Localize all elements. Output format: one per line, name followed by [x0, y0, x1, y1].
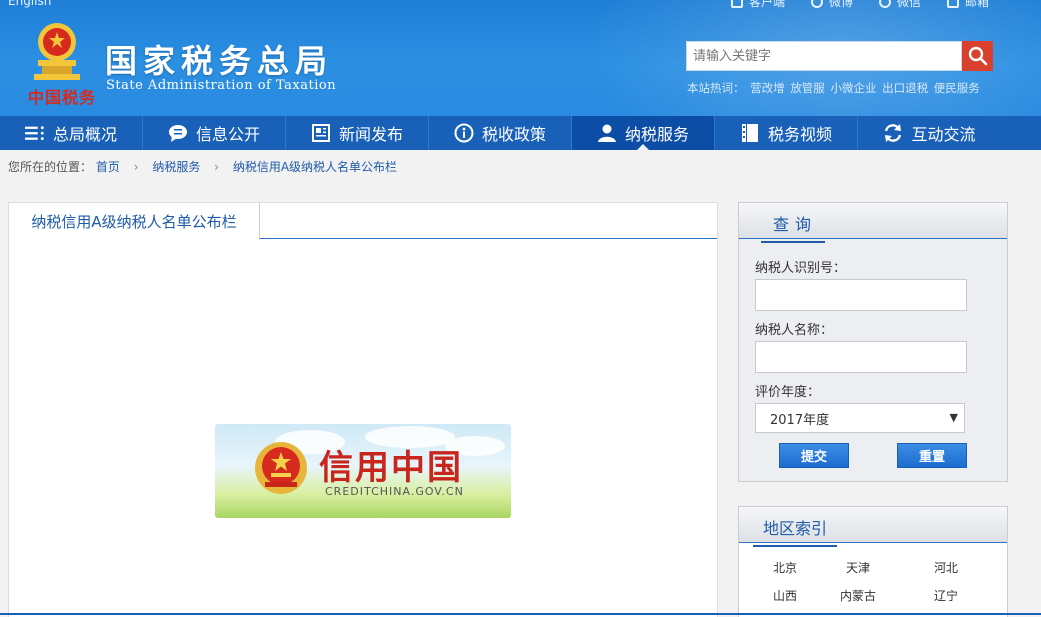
hot-words-label: 本站热词： — [687, 81, 745, 95]
nav-label: 新闻发布 — [338, 125, 403, 144]
region-item-shanxi[interactable]: 山西 — [755, 587, 815, 604]
hot-word[interactable]: 小微企业 — [830, 81, 876, 95]
tax-emblem-icon[interactable] — [24, 18, 90, 84]
nav-item-info[interactable]: 信息公开 — [143, 116, 286, 150]
search-button[interactable] — [962, 41, 993, 71]
wechat-icon — [878, 0, 891, 8]
chevron-right-icon: › — [133, 160, 139, 174]
search-input[interactable] — [687, 42, 961, 70]
nav-label: 总局概况 — [52, 125, 117, 144]
user-icon — [597, 123, 617, 143]
top-links: 客户端 微博 微信 邮箱 — [730, 0, 989, 10]
nav-item-video[interactable]: 税务视频 — [715, 116, 858, 150]
credit-china-banner[interactable]: 信用中国 CREDITCHINA.GOV.CN — [215, 424, 511, 518]
info-icon — [454, 123, 474, 143]
top-link-app[interactable]: 客户端 — [730, 0, 785, 10]
year-label: 评价年度： — [755, 385, 821, 400]
site-header: English 客户端 微博 微信 邮箱 中国税务 国家税务总局 State A… — [0, 0, 1041, 116]
chevron-right-icon: › — [214, 160, 219, 174]
query-panel: 查询 纳税人识别号： 纳税人名称： 评价年度： 2017年度 ▼ 提交 重置 — [738, 202, 1008, 482]
film-icon — [740, 123, 760, 143]
weibo-icon — [810, 0, 823, 8]
nav-item-overview[interactable]: 总局概况 — [0, 116, 143, 150]
region-index-panel: 地区索引 北京 天津 河北 山西 内蒙古 辽宁 — [738, 506, 1008, 617]
top-link-mail[interactable]: 邮箱 — [946, 0, 989, 10]
national-emblem-icon — [255, 442, 307, 494]
nav-item-interact[interactable]: 互动交流 — [858, 116, 1001, 150]
hot-word[interactable]: 放管服 — [790, 81, 825, 95]
region-item-tianjin[interactable]: 天津 — [828, 559, 888, 576]
breadcrumb-service[interactable]: 纳税服务 — [152, 160, 200, 174]
logo-chinese-tax: 中国税务 — [28, 88, 97, 107]
year-select[interactable]: 2017年度 ▼ — [755, 403, 965, 433]
nav-item-policy[interactable]: 税收政策 — [429, 116, 572, 150]
hot-word[interactable]: 出口退税 — [882, 81, 928, 95]
query-panel-header: 查询 — [739, 203, 1007, 243]
breadcrumb: 您所在的位置： 首页 › 纳税服务 › 纳税信用A级纳税人名单公布栏 — [8, 158, 397, 175]
newspaper-icon — [311, 123, 331, 143]
tab-a-level-taxpayers[interactable]: 纳税信用A级纳税人名单公布栏 — [9, 203, 260, 240]
top-link-weibo[interactable]: 微博 — [810, 0, 853, 10]
menu-list-icon — [24, 123, 45, 143]
search-box — [686, 41, 962, 71]
region-item-hebei[interactable]: 河北 — [916, 559, 976, 576]
site-subtitle: State Administration of Taxation — [106, 78, 337, 93]
mail-icon — [946, 0, 959, 8]
region-panel-title: 地区索引 — [753, 515, 838, 547]
taxpayer-id-label: 纳税人识别号： — [755, 261, 847, 276]
english-link[interactable]: English — [8, 0, 51, 8]
breadcrumb-home[interactable]: 首页 — [96, 160, 120, 174]
site-title[interactable]: 国家税务总局 — [105, 36, 333, 82]
nav-label: 互动交流 — [911, 125, 976, 144]
nav-label: 税务视频 — [767, 125, 832, 144]
hot-words: 本站热词： 营改增 放管服 小微企业 出口退税 便民服务 — [687, 80, 982, 96]
breadcrumb-current[interactable]: 纳税信用A级纳税人名单公布栏 — [233, 160, 397, 174]
nav-label: 税收政策 — [481, 125, 546, 144]
taxpayer-id-input[interactable] — [755, 279, 967, 311]
region-item-beijing[interactable]: 北京 — [755, 559, 815, 576]
taxpayer-name-input[interactable] — [755, 341, 967, 373]
nav-item-news[interactable]: 新闻发布 — [286, 116, 429, 150]
nav-label: 纳税服务 — [624, 125, 689, 144]
year-selected-value: 2017年度 — [770, 412, 830, 428]
chat-bubble-icon — [168, 123, 188, 143]
refresh-icon — [883, 123, 903, 143]
main-nav: 总局概况 信息公开 新闻发布 税收政策 纳税服务 税务视频 互动交流 — [0, 116, 1041, 150]
region-panel-header: 地区索引 — [739, 507, 1007, 547]
query-panel-title: 查询 — [761, 211, 826, 243]
phone-icon — [730, 0, 743, 8]
main-content-panel: 纳税信用A级纳税人名单公布栏 信用中国 CREDITCHINA.GOV.CN — [8, 202, 718, 617]
credit-banner-url: CREDITCHINA.GOV.CN — [325, 485, 464, 498]
hot-word[interactable]: 便民服务 — [934, 81, 980, 95]
region-item-inner-mongolia[interactable]: 内蒙古 — [828, 587, 888, 604]
bottom-divider — [0, 613, 1041, 615]
nav-item-service[interactable]: 纳税服务 — [572, 116, 715, 150]
breadcrumb-prefix: 您所在的位置： — [8, 160, 93, 174]
dropdown-arrow-icon: ▼ — [949, 411, 958, 424]
credit-banner-title: 信用中国 — [319, 448, 463, 488]
taxpayer-name-label: 纳税人名称： — [755, 323, 834, 338]
region-item-liaoning[interactable]: 辽宁 — [916, 587, 976, 604]
reset-button[interactable]: 重置 — [897, 443, 967, 468]
hot-word[interactable]: 营改增 — [750, 81, 785, 95]
submit-button[interactable]: 提交 — [779, 443, 849, 468]
top-link-wechat[interactable]: 微信 — [878, 0, 921, 10]
search-icon — [968, 46, 987, 66]
nav-label: 信息公开 — [195, 125, 260, 144]
